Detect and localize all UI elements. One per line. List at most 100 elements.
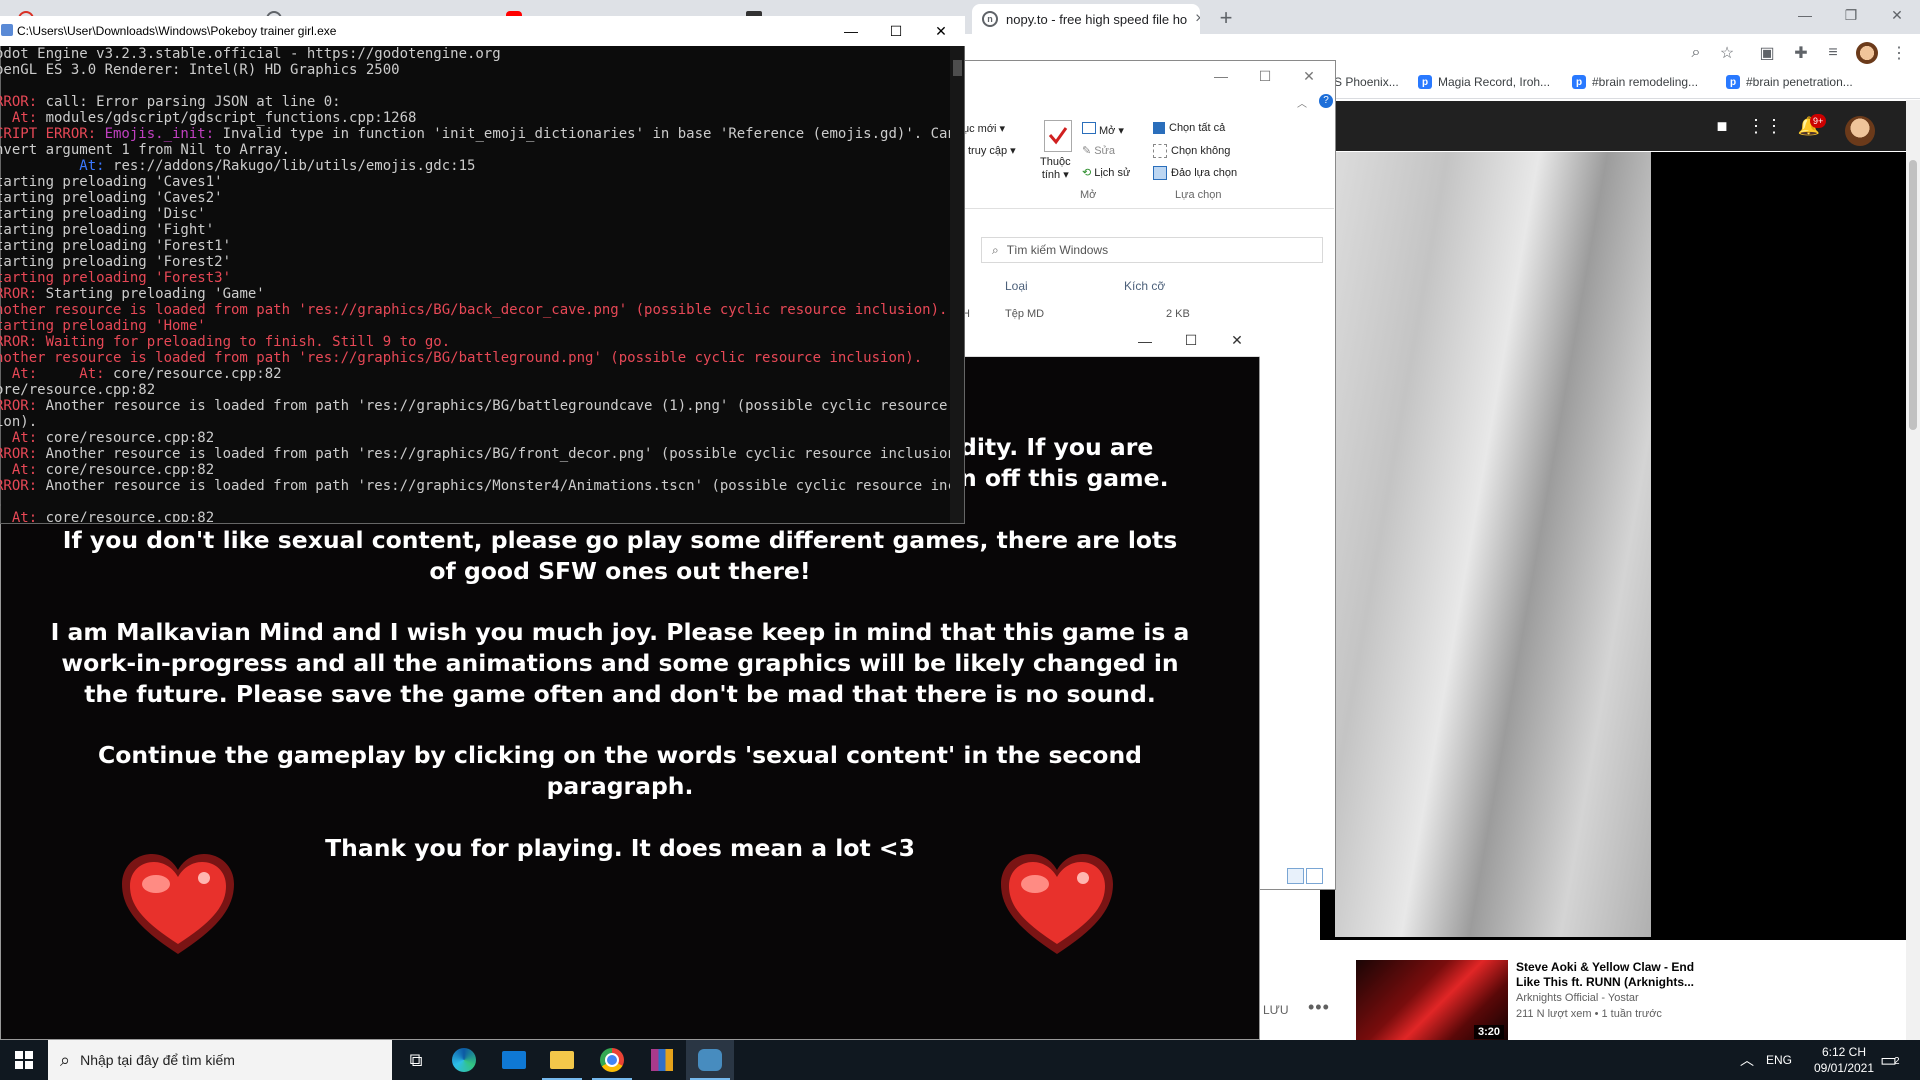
taskbar-search-input[interactable]: ⌕ Nhập tại đây để tìm kiếm xyxy=(48,1040,392,1080)
apps-grid-icon[interactable]: ⋮⋮ xyxy=(1747,113,1783,139)
properties-icon xyxy=(1044,120,1072,152)
select-all-icon xyxy=(1153,122,1165,135)
console-line: RROR: call: Error parsing JSON at line 0… xyxy=(0,94,341,110)
bookmark-2[interactable]: p Magia Record, Iroh... xyxy=(1418,75,1550,89)
godot-icon xyxy=(1,24,13,36)
recommended-video-channel[interactable]: Arknights Official - Yostar xyxy=(1516,992,1639,1004)
console-title: C:\Users\User\Downloads\Windows\Pokeboy … xyxy=(17,24,337,38)
new-item-button[interactable]: ục mới ▾ xyxy=(963,122,1005,135)
content-warning-paragraph[interactable]: If you don't like sexual content, please… xyxy=(50,525,1190,587)
console-line: tarting preloading 'Caves1' xyxy=(0,174,223,190)
save-button[interactable]: LƯU xyxy=(1263,1003,1289,1017)
clock-time: 6:12 CH xyxy=(1821,1045,1867,1059)
console-line: tarting preloading 'Forest2' xyxy=(0,254,232,270)
invert-selection-icon xyxy=(1153,166,1167,180)
close-icon[interactable]: ✕ xyxy=(1287,61,1331,91)
edge-icon[interactable] xyxy=(440,1040,488,1080)
console-segment: At: xyxy=(0,510,46,522)
select-none-button[interactable]: Chọn không xyxy=(1153,144,1230,158)
scrollbar-thumb[interactable] xyxy=(1909,160,1917,430)
zoom-icon[interactable]: ⌕ xyxy=(1685,42,1707,64)
select-all-button[interactable]: Chọn tất cả xyxy=(1153,122,1225,135)
video-frame xyxy=(1335,152,1651,937)
console-line: At: At: core/resource.cpp:82 xyxy=(0,366,282,382)
language-indicator[interactable]: ENG xyxy=(1766,1040,1792,1080)
chrome-icon[interactable] xyxy=(588,1040,636,1080)
more-actions-button[interactable]: ••• xyxy=(1308,997,1330,1018)
properties-button[interactable]: Thuộc tính ▾ xyxy=(1040,156,1071,182)
help-icon[interactable]: ? xyxy=(1319,94,1333,108)
new-tab-button[interactable]: + xyxy=(1212,5,1240,30)
console-output[interactable]: odot Engine v3.2.3.stable.official - htt… xyxy=(0,46,950,522)
minimize-icon[interactable]: — xyxy=(1122,325,1168,356)
console-line: penGL ES 3.0 Renderer: Intel(R) HD Graph… xyxy=(0,62,400,78)
column-header-size[interactable]: Kích cỡ xyxy=(1124,279,1165,293)
invert-selection-button[interactable]: Đảo lựa chọn xyxy=(1153,166,1237,180)
console-scrollbar[interactable] xyxy=(950,46,964,523)
author-paragraph: I am Malkavian Mind and I wish you much … xyxy=(50,618,1190,708)
console-line: . xyxy=(0,494,3,510)
bookmark-1[interactable]: S Phoenix... xyxy=(1334,75,1399,89)
console-segment: core/resource.cpp:82 xyxy=(113,366,282,382)
view-toggle xyxy=(1287,868,1325,886)
search-icon: ⌕ xyxy=(60,1049,71,1070)
bookmark-3[interactable]: p #brain remodeling... xyxy=(1572,75,1698,89)
console-line: tarting preloading 'Forest1' xyxy=(0,238,232,254)
console-segment: RROR: xyxy=(0,94,46,110)
playlist-icon[interactable]: ≡ xyxy=(1822,42,1844,64)
close-icon[interactable]: ✕ xyxy=(1214,325,1260,356)
minimize-icon[interactable]: — xyxy=(1199,61,1243,91)
column-header-type[interactable]: Loại xyxy=(1005,279,1028,293)
history-button[interactable]: ⟲ Lịch sử xyxy=(1082,166,1130,179)
puzzle-icon[interactable]: ✚ xyxy=(1790,42,1812,64)
console-line: tarting preloading 'Forest3' xyxy=(0,270,232,286)
console-line: RROR: Waiting for preloading to finish. … xyxy=(0,334,451,350)
maximize-icon[interactable]: ☐ xyxy=(1243,61,1287,91)
collapse-ribbon-icon[interactable]: ︿ xyxy=(1297,95,1307,110)
console-line: RROR: Starting preloading 'Game' xyxy=(0,286,265,302)
start-button[interactable] xyxy=(0,1040,48,1080)
edit-button[interactable]: ✎ Sửa xyxy=(1082,144,1115,157)
console-segment: RROR: xyxy=(0,286,46,302)
restore-icon[interactable]: ❐ xyxy=(1828,0,1874,30)
explorer-search-input[interactable]: ⌕ Tìm kiếm Windows xyxy=(981,237,1323,263)
menu-kebab-icon[interactable]: ⋮ xyxy=(1888,42,1910,64)
extension-icon[interactable]: ▣ xyxy=(1756,42,1778,64)
godot-app-icon[interactable] xyxy=(686,1040,734,1080)
tray-chevron-icon[interactable]: ︿ xyxy=(1740,1040,1754,1080)
browser-tab-nopy[interactable]: n nopy.to - free high speed file ho × xyxy=(972,4,1200,34)
recommended-video-title[interactable]: Steve Aoki & Yellow Claw - End Like This… xyxy=(1516,960,1696,990)
file-explorer-icon[interactable] xyxy=(538,1040,586,1080)
profile-avatar[interactable] xyxy=(1856,42,1878,64)
star-icon[interactable]: ☆ xyxy=(1716,42,1738,64)
console-segment: RROR: xyxy=(0,446,46,462)
minimize-icon[interactable]: — xyxy=(1782,0,1828,30)
mail-icon[interactable] xyxy=(490,1040,538,1080)
winrar-icon[interactable] xyxy=(638,1040,686,1080)
maximize-icon[interactable]: ☐ xyxy=(873,16,919,46)
heart-left-icon xyxy=(122,854,234,954)
clock[interactable]: 6:12 CH 09/01/2021 xyxy=(1806,1040,1882,1080)
maximize-icon[interactable]: ☐ xyxy=(1168,325,1214,356)
close-icon[interactable]: ✕ xyxy=(918,16,964,46)
create-video-icon[interactable]: ■ xyxy=(1709,113,1735,139)
youtube-avatar[interactable] xyxy=(1845,116,1875,146)
select-none-icon xyxy=(1153,144,1167,158)
console-line: tarting preloading 'Disc' xyxy=(0,206,206,222)
console-line: odot Engine v3.2.3.stable.official - htt… xyxy=(0,46,501,62)
ribbon-group-open: Mở xyxy=(1080,189,1097,201)
pixiv-icon: p xyxy=(1572,75,1586,89)
scrollbar-thumb[interactable] xyxy=(953,60,962,76)
console-segment: res://addons/Rakugo/lib/utils/emojis.gdc… xyxy=(113,158,476,174)
edit-icon: ✎ xyxy=(1082,145,1092,157)
close-tab-icon[interactable]: × xyxy=(1195,10,1200,28)
large-icons-view-icon[interactable] xyxy=(1306,868,1323,884)
minimize-icon[interactable]: — xyxy=(828,16,874,46)
console-titlebar[interactable]: C:\Users\User\Downloads\Windows\Pokeboy … xyxy=(0,16,965,46)
easy-access-button[interactable]: truy cập ▾ xyxy=(968,144,1016,157)
bookmark-4[interactable]: p #brain penetration... xyxy=(1726,75,1853,89)
details-view-icon[interactable] xyxy=(1287,868,1304,884)
open-button[interactable]: Mở ▾ xyxy=(1082,122,1124,137)
close-icon[interactable]: ✕ xyxy=(1874,0,1920,30)
task-view-icon[interactable]: ⧉ xyxy=(392,1040,440,1080)
